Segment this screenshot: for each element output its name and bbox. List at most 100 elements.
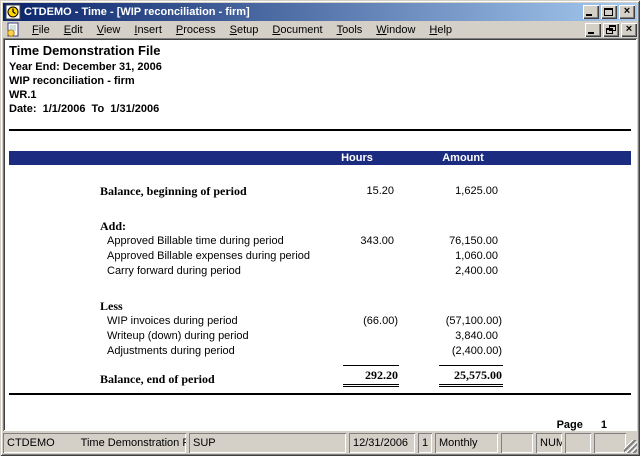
column-header-hours: Hours xyxy=(312,152,402,164)
hours-value: (66.00) xyxy=(309,314,399,329)
document-icon xyxy=(5,22,21,38)
menu-item-process[interactable]: Process xyxy=(169,22,223,38)
amount-value: 1,625.00 xyxy=(399,184,503,199)
minimize-icon xyxy=(588,32,594,34)
minimize-icon xyxy=(586,14,592,16)
report-subtitle: WIP reconciliation - firm xyxy=(9,74,631,88)
close-icon: × xyxy=(619,5,635,19)
report-divider-top xyxy=(9,129,631,131)
row-label: Adjustments during period xyxy=(9,344,309,359)
row-gap xyxy=(9,279,631,299)
report-row: Balance, end of period292.2025,575.00 xyxy=(9,363,631,387)
amount-value: (2,400.00) xyxy=(399,344,503,359)
row-label: Balance, end of period xyxy=(9,372,309,387)
menu-item-help[interactable]: Help xyxy=(422,22,459,38)
row-label: Approved Billable time during period xyxy=(9,234,309,249)
mdi-window-controls: × xyxy=(585,23,637,37)
menu-bar: FileEditViewInsertProcessSetupDocumentTo… xyxy=(3,21,637,38)
status-panel-num: NUM xyxy=(536,433,562,453)
menu-item-insert[interactable]: Insert xyxy=(127,22,169,38)
row-label: Writeup (down) during period xyxy=(9,329,309,344)
row-label: Carry forward during period xyxy=(9,264,309,279)
mdi-close-button[interactable]: × xyxy=(621,23,637,37)
report-code: WR.1 xyxy=(9,88,631,102)
maximize-button[interactable] xyxy=(601,5,617,19)
menu-item-view[interactable]: View xyxy=(90,22,128,38)
status-panel-12-31-2006: 12/31/2006 xyxy=(349,433,415,453)
close-icon: × xyxy=(621,23,637,37)
resize-grip[interactable] xyxy=(624,440,637,453)
status-panel-sup: SUP xyxy=(189,433,346,453)
status-text: Time Demonstration File xyxy=(81,437,186,449)
report-year-end: Year End: December 31, 2006 xyxy=(9,60,631,74)
hours-value xyxy=(309,344,399,359)
amount-value: 25,575.00 xyxy=(399,365,503,387)
report-rows: Balance, beginning of period15.201,625.0… xyxy=(9,184,631,387)
status-text: 12/31/2006 xyxy=(353,437,408,449)
amount-value xyxy=(399,219,503,234)
hours-value: 292.20 xyxy=(309,365,399,387)
close-button[interactable]: × xyxy=(619,5,635,19)
report-row: Writeup (down) during period 3,840.00 xyxy=(9,329,631,344)
row-label: Approved Billable expenses during period xyxy=(9,249,309,264)
hours-value xyxy=(309,299,399,314)
mdi-restore-button[interactable] xyxy=(603,23,619,37)
report-title: Time Demonstration File xyxy=(9,43,631,58)
menu-item-window[interactable]: Window xyxy=(369,22,422,38)
status-panel-blank-2 xyxy=(594,433,626,453)
menu-item-setup[interactable]: Setup xyxy=(223,22,266,38)
minimize-button[interactable] xyxy=(583,5,599,19)
hours-value xyxy=(309,249,399,264)
status-panel-ctdemo: CTDEMO Time Demonstration File xyxy=(3,433,186,453)
menu-item-file[interactable]: File xyxy=(25,22,57,38)
row-label: Add: xyxy=(9,219,309,234)
page-footer: Page1 xyxy=(9,419,631,431)
hours-value xyxy=(309,219,399,234)
status-panel-1: 1 xyxy=(418,433,432,453)
status-text: SUP xyxy=(193,437,216,449)
row-label: Balance, beginning of period xyxy=(9,184,309,199)
window-title: CTDEMO - Time - [WIP reconciliation - fi… xyxy=(24,3,583,21)
report-view: Time Demonstration File Year End: Decemb… xyxy=(3,38,637,431)
hours-value xyxy=(309,329,399,344)
report-date-range: Date: 1/1/2006 To 1/31/2006 xyxy=(9,102,631,116)
hours-value: 15.20 xyxy=(309,184,399,199)
row-gap xyxy=(9,199,631,219)
report-row: Less xyxy=(9,299,631,314)
title-bar: CTDEMO - Time - [WIP reconciliation - fi… xyxy=(3,3,637,21)
amount-value: (57,100.00) xyxy=(399,314,503,329)
window-controls: × xyxy=(583,5,635,19)
row-label: WIP invoices during period xyxy=(9,314,309,329)
menu-item-edit[interactable]: Edit xyxy=(57,22,90,38)
restore-icon xyxy=(609,25,616,31)
menu-item-document[interactable]: Document xyxy=(265,22,329,38)
page-number: 1 xyxy=(601,419,607,431)
report-row: Approved Billable expenses during period… xyxy=(9,249,631,264)
status-panel-num-lock xyxy=(565,433,591,453)
report-row: Adjustments during period (2,400.00) xyxy=(9,344,631,359)
mdi-minimize-button[interactable] xyxy=(585,23,601,37)
status-panel-monthly: Monthly xyxy=(435,433,498,453)
menu-items: FileEditViewInsertProcessSetupDocumentTo… xyxy=(25,21,585,38)
application-window: CTDEMO - Time - [WIP reconciliation - fi… xyxy=(0,0,640,456)
column-header-amount: Amount xyxy=(411,152,515,164)
status-text: Monthly xyxy=(439,437,478,449)
menu-item-tools[interactable]: Tools xyxy=(330,22,370,38)
report-divider-bottom xyxy=(9,393,631,395)
amount-value: 1,060.00 xyxy=(399,249,503,264)
amount-value: 3,840.00 xyxy=(399,329,503,344)
status-bar: CTDEMO Time Demonstration File SUP 12/31/20… xyxy=(3,433,637,453)
app-icon xyxy=(5,4,21,20)
report-row: WIP invoices during period(66.00)(57,100… xyxy=(9,314,631,329)
status-text: NUM xyxy=(540,437,562,449)
amount-value: 76,150.00 xyxy=(399,234,503,249)
row-label: Less xyxy=(9,299,309,314)
column-header-bar: Hours Amount xyxy=(9,151,631,165)
status-text: 1 xyxy=(422,437,428,449)
status-panel-period-type xyxy=(501,433,533,453)
report-row: Carry forward during period2,400.00 xyxy=(9,264,631,279)
report-row: Approved Billable time during period343.… xyxy=(9,234,631,249)
status-text: CTDEMO xyxy=(7,437,55,449)
maximize-icon xyxy=(604,8,613,16)
report-row: Balance, beginning of period15.201,625.0… xyxy=(9,184,631,199)
